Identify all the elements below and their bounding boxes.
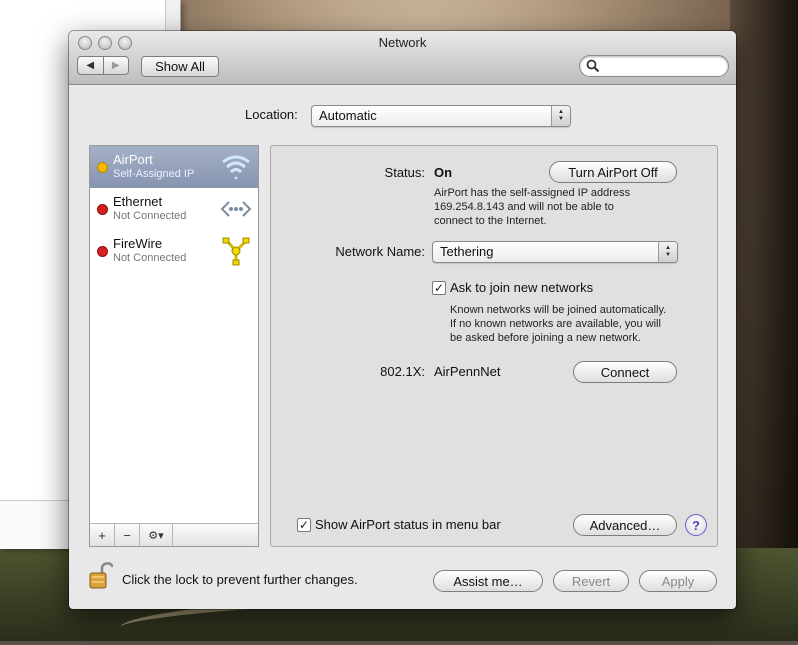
location-value: Automatic: [319, 108, 377, 123]
status-dot-red-icon: [97, 246, 108, 257]
ethernet-icon: [220, 201, 252, 217]
status-label: Status:: [384, 165, 425, 180]
service-list: AirPort Self-Assigned IP Ethernet Not Co…: [89, 145, 259, 525]
status-dot-yellow-icon: [97, 162, 108, 173]
connect-button[interactable]: Connect: [573, 361, 677, 383]
network-name-value: Tethering: [440, 244, 494, 259]
show-status-label: Show AirPort status in menu bar: [315, 517, 501, 532]
search-icon: [586, 59, 600, 73]
status-description-line-2: 169.254.8.143 and will not be able to: [434, 201, 614, 213]
service-status: Not Connected: [113, 252, 187, 264]
title-bar: Network ◀ ▶ Show All: [69, 31, 736, 85]
dot1x-label: 802.1X:: [380, 364, 425, 379]
nav-buttons: ◀ ▶: [77, 56, 129, 75]
ask-join-description-line-1: Known networks will be joined automatica…: [450, 304, 667, 316]
turn-airport-off-button[interactable]: Turn AirPort Off: [549, 161, 677, 183]
help-button[interactable]: ?: [685, 514, 707, 536]
service-status: Self-Assigned IP: [113, 168, 195, 180]
status-dot-red-icon: [97, 204, 108, 215]
ask-join-description-line-3: be asked before joining a new network.: [450, 332, 641, 344]
advanced-button[interactable]: Advanced…: [573, 514, 677, 536]
detail-pane: Status: On Turn AirPort Off AirPort has …: [270, 145, 718, 547]
service-name: AirPort: [113, 152, 153, 167]
ask-join-checkbox[interactable]: ✓: [432, 281, 446, 295]
ask-join-label: Ask to join new networks: [450, 280, 594, 295]
service-item-airport[interactable]: AirPort Self-Assigned IP: [90, 146, 258, 188]
assist-me-button[interactable]: Assist me…: [433, 570, 543, 592]
lock-icon[interactable]: [89, 561, 113, 589]
gear-menu-button[interactable]: ⚙▾: [140, 524, 173, 546]
add-service-button[interactable]: +: [90, 524, 115, 546]
status-value: On: [434, 165, 453, 180]
popup-arrows-icon: ▲ ▼: [658, 242, 677, 262]
network-name-popup[interactable]: Tethering ▲ ▼: [432, 241, 678, 263]
back-button[interactable]: ◀: [77, 56, 104, 75]
dot1x-value: AirPennNet: [434, 364, 501, 379]
wifi-icon: [222, 155, 250, 180]
service-item-ethernet[interactable]: Ethernet Not Connected: [90, 188, 258, 230]
window-title: Network: [378, 35, 427, 50]
service-item-firewire[interactable]: FireWire Not Connected: [90, 230, 258, 272]
status-description-line-1: AirPort has the self-assigned IP address: [434, 187, 631, 199]
firewire-icon: [222, 237, 250, 266]
apply-button[interactable]: Apply: [639, 570, 717, 592]
ask-join-description-line-2: If no known networks are available, you …: [450, 318, 661, 330]
service-status: Not Connected: [113, 210, 187, 222]
service-name: FireWire: [113, 236, 163, 251]
revert-button[interactable]: Revert: [553, 570, 629, 592]
service-name: Ethernet: [113, 194, 163, 209]
network-name-label: Network Name:: [335, 244, 425, 259]
lock-message: Click the lock to prevent further change…: [122, 572, 358, 587]
location-popup[interactable]: Automatic ▲ ▼: [311, 105, 571, 127]
service-list-controls: + − ⚙▾: [89, 523, 259, 547]
search-input[interactable]: [579, 55, 729, 77]
desktop-tree: [730, 0, 798, 641]
show-all-button[interactable]: Show All: [141, 56, 219, 77]
remove-service-button[interactable]: −: [115, 524, 140, 546]
network-preferences-window: Network ◀ ▶ Show All Location: Automatic…: [69, 31, 736, 609]
popup-arrows-icon: ▲ ▼: [551, 106, 570, 126]
status-description-line-3: connect to the Internet.: [434, 215, 547, 227]
show-status-checkbox[interactable]: ✓: [297, 518, 311, 532]
location-label: Location:: [245, 107, 298, 122]
forward-button[interactable]: ▶: [103, 56, 129, 75]
